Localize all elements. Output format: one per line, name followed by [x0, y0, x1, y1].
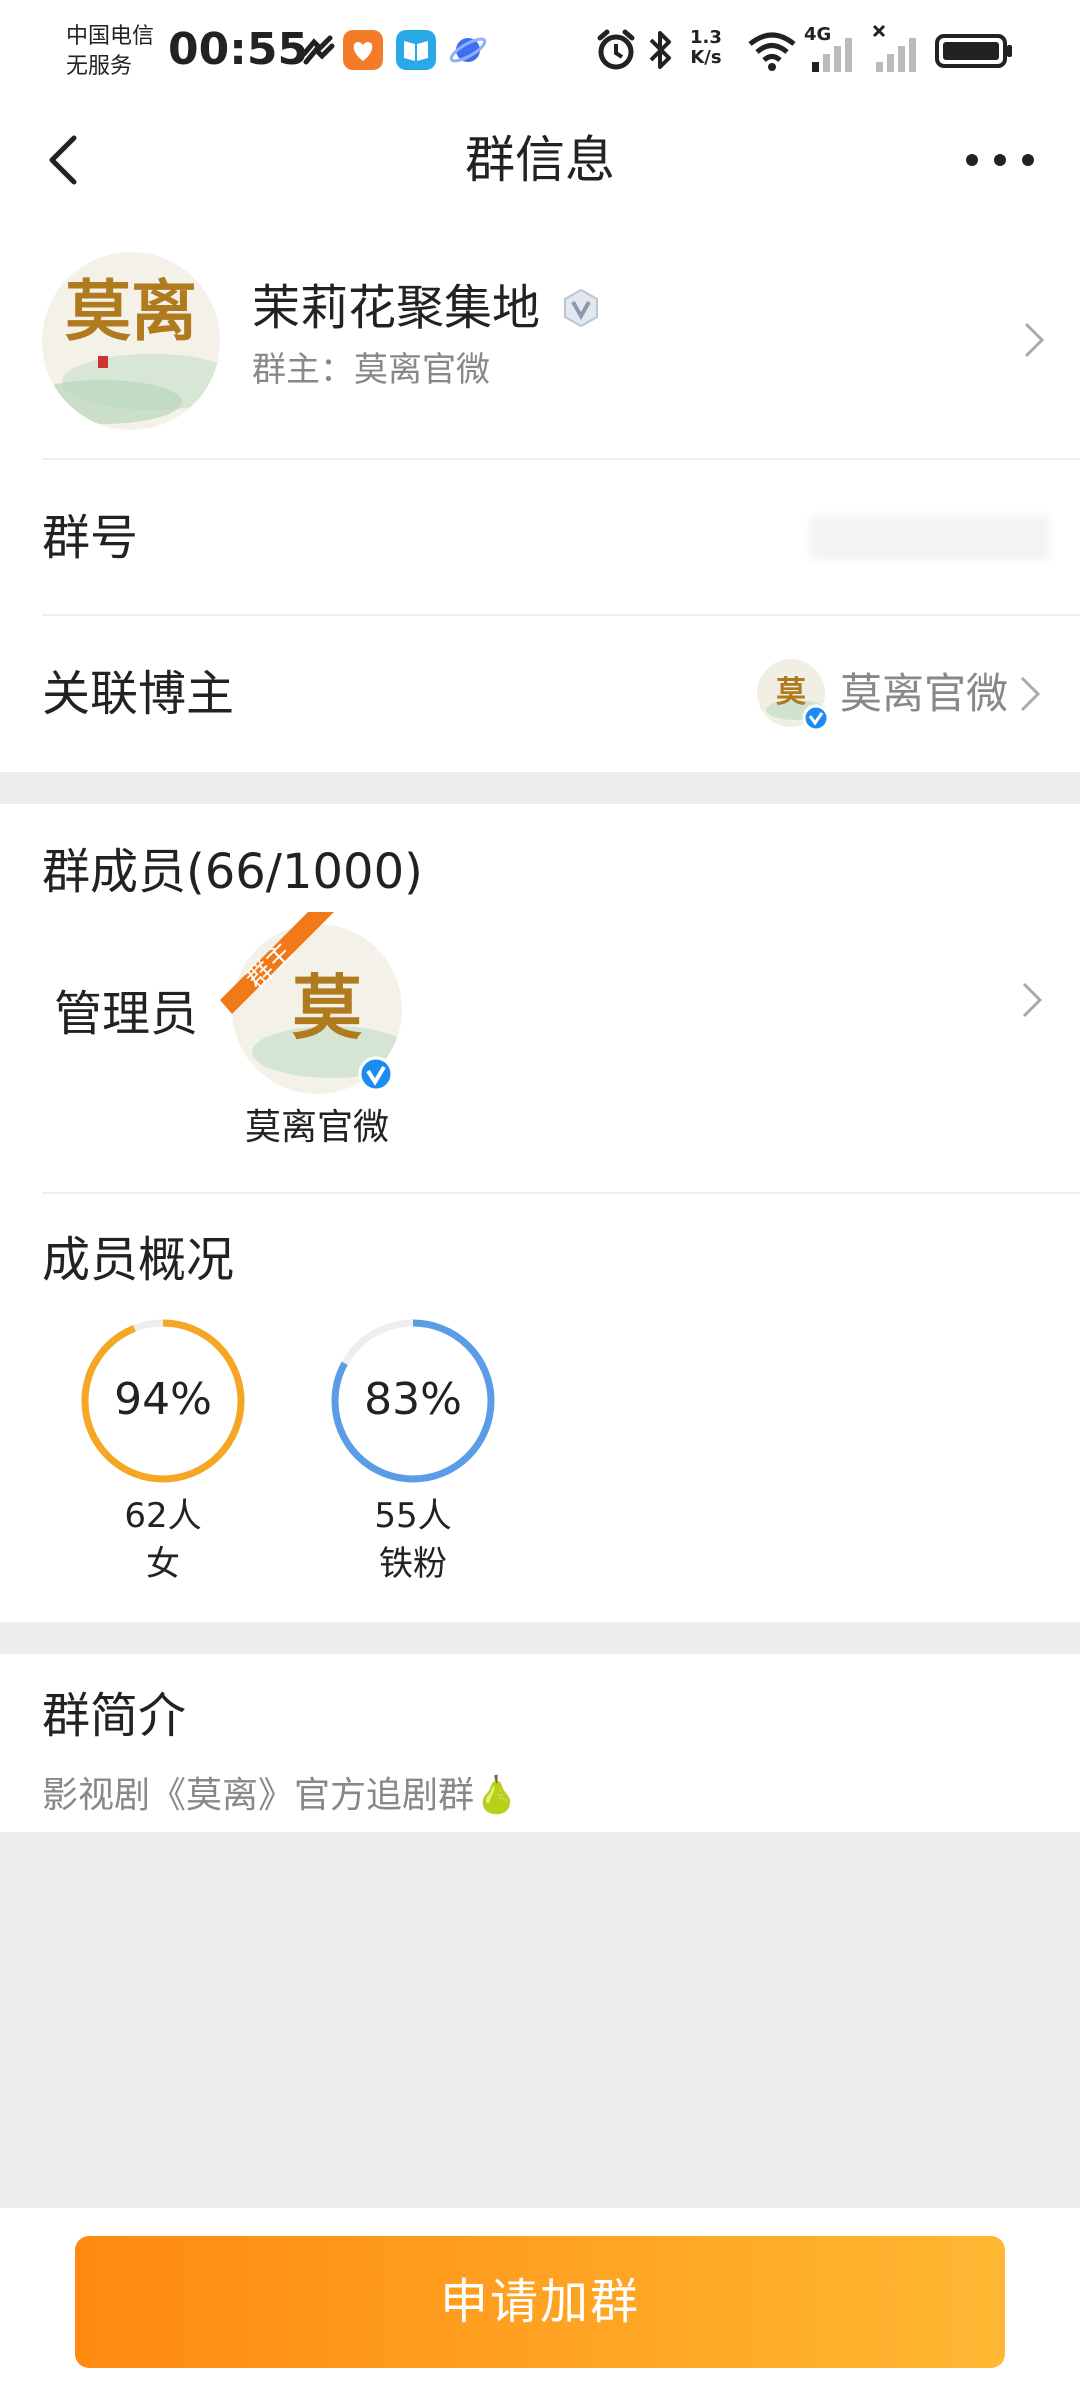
calligraphy-logo-image: 莫离 — [42, 252, 220, 430]
group-level-badge-icon — [564, 288, 599, 328]
members-section[interactable]: 群成员(66/1000) 管理员 莫 群主 莫离官微 — [0, 804, 1080, 1194]
signal-strength-icon — [812, 38, 852, 72]
speed-value: 1.3 — [690, 27, 722, 48]
service-status: 无服务 — [66, 54, 133, 79]
chevron-right-icon — [1020, 676, 1041, 712]
overview-title: 成员概况 — [42, 1232, 235, 1288]
stat-iron-fans: 83% 55人 铁粉 — [328, 1316, 498, 1606]
page-title: 群信息 — [465, 131, 615, 189]
group-name: 茉莉花聚集地 — [252, 278, 601, 338]
female-count: 62人 — [124, 1496, 202, 1536]
battery-icon — [935, 34, 1012, 68]
wifi-icon — [748, 32, 796, 71]
female-ring-chart: 94% — [81, 1319, 245, 1483]
group-owner: 群主：莫离官微 — [252, 350, 490, 390]
chevron-right-icon — [1022, 982, 1043, 1018]
admin-name: 莫离官微 — [244, 1107, 389, 1148]
blogger-avatar-image: 莫 — [757, 659, 830, 732]
members-title: 群成员(66/1000) — [42, 844, 423, 900]
iron-fans-label: 铁粉 — [379, 1544, 447, 1584]
linked-blogger-label: 关联博主 — [42, 666, 235, 722]
book-app-icon — [396, 30, 436, 70]
member-overview-section: 成员概况 94% 62人 女 83% 55人 铁粉 — [0, 1194, 1080, 1622]
female-percent: 94% — [114, 1374, 212, 1425]
status-time: 00:55 — [168, 24, 309, 75]
group-number-row[interactable]: 群号 — [0, 460, 1080, 616]
female-label: 女 — [146, 1544, 180, 1584]
more-options-icon[interactable] — [960, 130, 1040, 190]
admin-label: 管理员 — [54, 986, 199, 1042]
bottom-action-bar: 申请加群 — [0, 2208, 1080, 2400]
group-profile-card[interactable]: 莫离 茉莉花聚集地 群主：莫离官微 — [0, 220, 1080, 460]
status-bar: 中国电信 无服务 00:55 1.3 K/s 4G — [0, 0, 1080, 100]
top-nav-bar: 群信息 — [0, 100, 1080, 221]
notification-app-icon — [301, 35, 335, 65]
iron-fans-percent: 83% — [364, 1374, 462, 1425]
stat-female: 94% 62人 女 — [78, 1316, 248, 1606]
alarm-icon — [597, 29, 635, 70]
network-speed: 1.3 K/s — [690, 28, 722, 68]
group-number-value-hidden — [810, 516, 1050, 560]
speed-unit: K/s — [690, 47, 722, 68]
group-intro-section: 群简介 影视剧《莫离》官方追剧群🍐 — [0, 1654, 1080, 1832]
heart-app-icon — [343, 30, 383, 70]
apply-join-button[interactable]: 申请加群 — [75, 2236, 1005, 2368]
linked-blogger-row[interactable]: 关联博主 莫 莫离官微 — [0, 616, 1080, 772]
group-number-label: 群号 — [42, 510, 139, 566]
owner-ribbon-badge: 群主 — [220, 912, 334, 1014]
carrier-info: 中国电信 无服务 — [66, 22, 154, 82]
iron-fans-count: 55人 — [374, 1496, 452, 1536]
group-name-text: 茉莉花聚集地 — [252, 280, 541, 336]
linked-blogger-name: 莫离官微 — [840, 669, 1009, 718]
no-signal-icon — [872, 24, 916, 72]
iron-fans-ring-chart: 83% — [331, 1319, 495, 1483]
planet-app-icon — [449, 37, 487, 63]
logo-char-top: 莫离 — [65, 272, 197, 350]
verified-badge-icon — [358, 1056, 394, 1092]
intro-title: 群简介 — [42, 1688, 187, 1744]
svg-text:莫: 莫 — [776, 675, 807, 710]
chevron-right-icon — [1024, 322, 1045, 358]
bluetooth-icon — [649, 31, 671, 69]
intro-text: 影视剧《莫离》官方追剧群🍐 — [42, 1775, 519, 1816]
group-avatar: 莫离 — [42, 252, 220, 430]
verified-badge-icon — [802, 704, 830, 732]
carrier-name: 中国电信 — [66, 24, 155, 49]
blogger-avatar: 莫 — [756, 658, 830, 732]
